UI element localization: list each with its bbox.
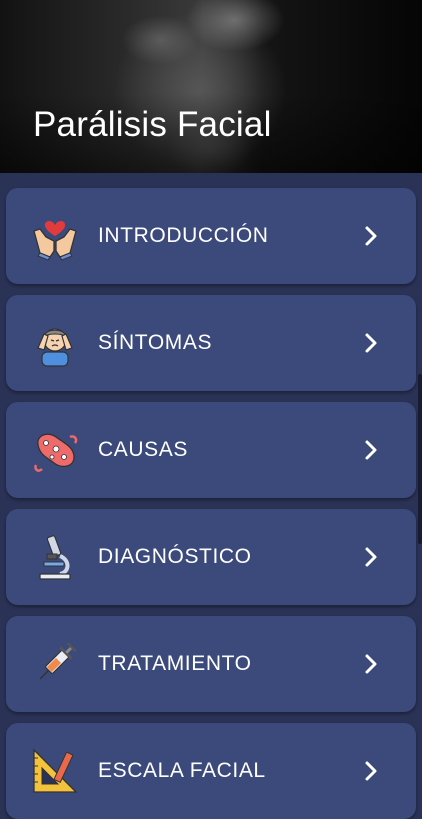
chevron-right-icon (365, 333, 377, 353)
hands-heart-icon (30, 211, 80, 261)
menu-item-label: TRATAMIENTO (98, 652, 252, 675)
chevron-right-icon (365, 226, 377, 246)
syringe-icon (30, 639, 80, 689)
menu-item-label: SÍNTOMAS (98, 331, 213, 354)
chevron-right-icon (365, 761, 377, 781)
menu-item-sintomas[interactable]: SÍNTOMAS (6, 295, 416, 391)
headache-person-icon (30, 318, 80, 368)
microscope-icon (30, 532, 80, 582)
menu-item-label: ESCALA FACIAL (98, 759, 266, 782)
set-square-pencil-icon (30, 746, 80, 796)
menu-item-diagnostico[interactable]: DIAGNÓSTICO (6, 509, 416, 605)
menu-item-escala-facial[interactable]: ESCALA FACIAL (6, 723, 416, 819)
menu-item-causas[interactable]: CAUSAS (6, 402, 416, 498)
menu-item-label: INTRODUCCIÓN (98, 224, 269, 247)
chevron-right-icon (365, 654, 377, 674)
menu-item-tratamiento[interactable]: TRATAMIENTO (6, 616, 416, 712)
bacteria-icon (30, 425, 80, 475)
header-banner: Parálisis Facial (0, 0, 422, 173)
chevron-right-icon (365, 440, 377, 460)
menu-item-introduccion[interactable]: INTRODUCCIÓN (6, 188, 416, 284)
scrollbar[interactable] (418, 374, 422, 544)
menu-item-label: DIAGNÓSTICO (98, 545, 252, 568)
chevron-right-icon (365, 547, 377, 567)
menu-item-label: CAUSAS (98, 438, 188, 461)
page-title: Parálisis Facial (33, 105, 272, 144)
